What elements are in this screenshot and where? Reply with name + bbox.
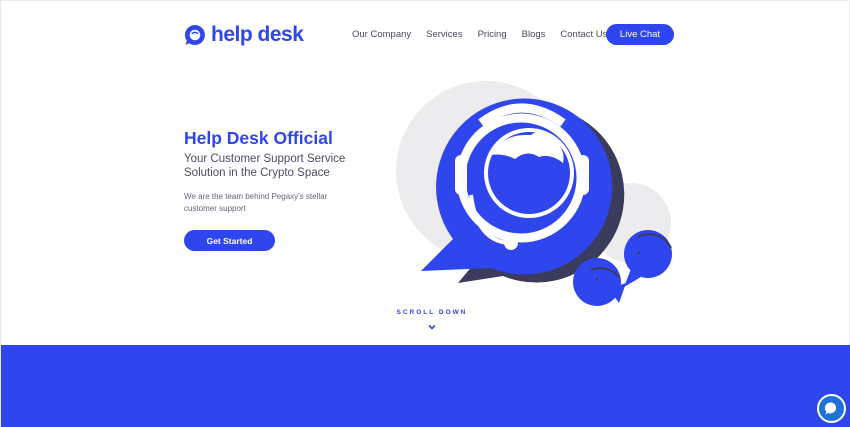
nav-blogs[interactable]: Blogs (522, 29, 546, 40)
page: help desk Our Company Services Pricing B… (0, 0, 850, 427)
nav-pricing[interactable]: Pricing (478, 29, 507, 40)
logo-chat-bubble-icon (184, 24, 205, 45)
chevron-down-icon[interactable] (427, 322, 437, 332)
hero-subtitle: Your Customer Support Service Solution i… (184, 153, 346, 179)
astronaut-chat-illustration (396, 81, 672, 306)
hero-description: We are the team behind Pegaxy's stellar … (184, 192, 328, 213)
scroll-down-label[interactable]: SCROLL DOWN (382, 309, 482, 316)
chat-icon (824, 402, 837, 415)
nav-services[interactable]: Services (426, 29, 462, 40)
nav-contact-us[interactable]: Contact Us (560, 29, 607, 40)
logo[interactable]: help desk (184, 22, 304, 48)
next-section-band (1, 345, 850, 427)
logo-text: help desk (211, 23, 304, 46)
live-chat-button[interactable]: Live Chat (606, 24, 674, 45)
nav-our-company[interactable]: Our Company (352, 29, 411, 40)
get-started-button[interactable]: Get Started (184, 230, 275, 251)
chat-widget-button[interactable] (817, 394, 846, 423)
hero-title: Help Desk Official (184, 128, 333, 148)
main-nav: Our Company Services Pricing Blogs Conta… (352, 29, 622, 40)
